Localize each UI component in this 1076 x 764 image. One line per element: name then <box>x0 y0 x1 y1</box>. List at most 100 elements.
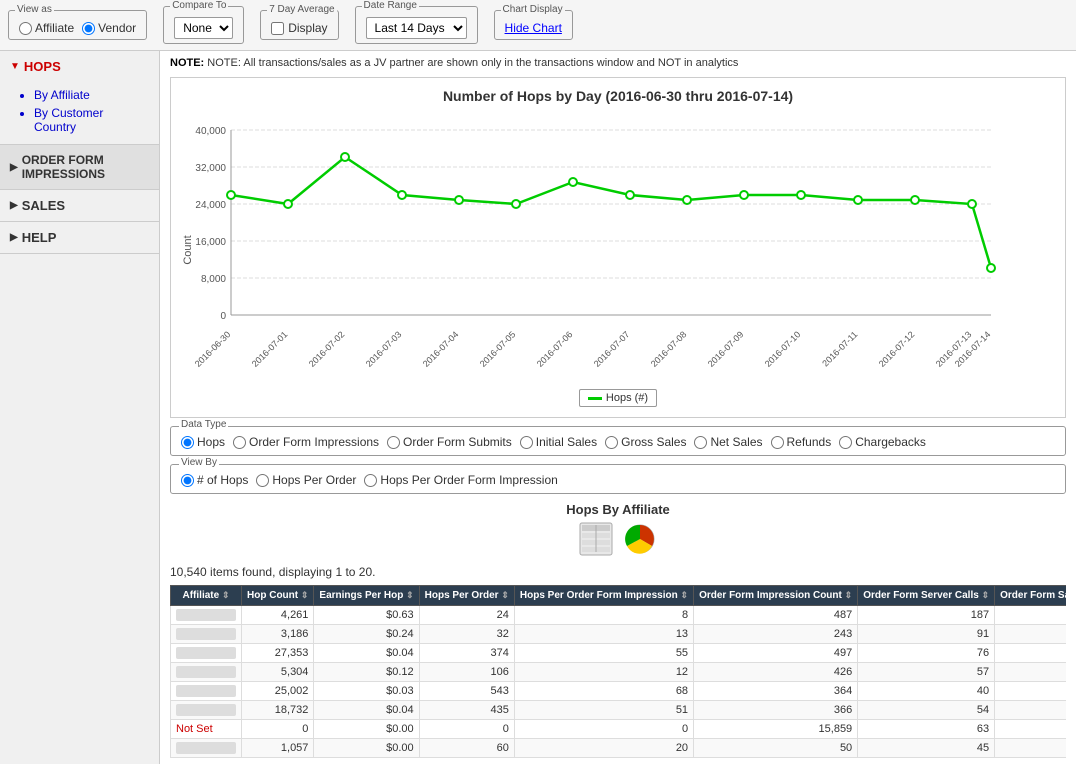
cell-affiliate <box>171 701 242 720</box>
sidebar-hops-header[interactable]: ▼ HOPS <box>0 51 159 82</box>
data-type-gross[interactable]: Gross Sales <box>605 435 686 449</box>
date-range-group: Date Range Last 14 Days <box>355 6 478 44</box>
display-checkbox-label[interactable]: Display <box>271 21 327 35</box>
affiliate-radio[interactable] <box>19 22 32 35</box>
display-checkbox[interactable] <box>271 22 284 35</box>
svg-text:2016-07-05: 2016-07-05 <box>478 329 518 369</box>
chart-display-group: Chart Display Hide Chart <box>494 10 573 40</box>
data-type-net[interactable]: Net Sales <box>694 435 762 449</box>
vendor-radio[interactable] <box>82 22 95 35</box>
vendor-label: Vendor <box>98 21 136 35</box>
data-type-hops[interactable]: Hops <box>181 435 225 449</box>
affiliate-section-title: Hops By Affiliate <box>170 502 1066 517</box>
col-server-calls[interactable]: Order Form Server Calls ⇕ <box>858 586 995 606</box>
table-row: 1,057 $0.00 60 20 50 45 25.71% <box>171 739 1067 758</box>
cell-ofi: 487 <box>694 606 858 625</box>
view-by-group: View By # of Hops Hops Per Order Hops Pe… <box>170 464 1066 494</box>
sidebar-section-sales: ▶ SALES <box>0 190 159 222</box>
note-text: NOTE: NOTE: All transactions/sales as a … <box>170 57 1066 69</box>
legend-color-hops <box>588 397 602 400</box>
svg-text:2016-07-02: 2016-07-02 <box>307 329 347 369</box>
cell-affiliate-not-set: Not Set <box>171 720 242 739</box>
svg-text:2016-07-11: 2016-07-11 <box>820 329 859 368</box>
sidebar-help-header[interactable]: ▶ HELP <box>0 222 159 254</box>
cell-affiliate <box>171 682 242 701</box>
svg-text:2016-07-10: 2016-07-10 <box>763 329 803 369</box>
hops-label: HOPS <box>24 59 61 74</box>
date-range-select[interactable]: Last 14 Days <box>366 17 467 39</box>
cell-affiliate <box>171 625 242 644</box>
chart-title: Number of Hops by Day (2016-06-30 thru 2… <box>181 88 1055 104</box>
main-layout: ▼ HOPS By Affiliate By Customer Country … <box>0 51 1076 764</box>
col-sale-conv[interactable]: Order Form Sale Conversion ⇕ <box>995 586 1066 606</box>
cell-earnings: $0.63 <box>314 606 419 625</box>
table-row: Not Set 0 $0.00 0 0 15,859 63 0.23% 4,35… <box>171 720 1067 739</box>
data-type-refunds[interactable]: Refunds <box>771 435 832 449</box>
view-as-group: View as Affiliate Vendor <box>8 10 147 40</box>
sidebar-hops-content: By Affiliate By Customer Country <box>0 82 159 144</box>
cell-affiliate <box>171 739 242 758</box>
vendor-radio-label[interactable]: Vendor <box>82 21 136 35</box>
cell-hop-count: 4,261 <box>242 606 314 625</box>
table-row: 25,002 $0.03 543 68 364 40 12.64% 46 $73… <box>171 682 1067 701</box>
table-row: 5,304 $0.12 106 12 426 57 11.74% 50 $649… <box>171 663 1067 682</box>
data-type-ofi[interactable]: Order Form Impressions <box>233 435 379 449</box>
view-by-hops[interactable]: # of Hops <box>181 473 248 487</box>
sidebar-item-by-customer-country[interactable]: By Customer Country <box>34 104 143 136</box>
col-hops-per-order[interactable]: Hops Per Order ⇕ <box>419 586 514 606</box>
cell-server: 187 <box>858 606 995 625</box>
sidebar-sales-header[interactable]: ▶ SALES <box>0 190 159 222</box>
cell-hpo: 24 <box>419 606 514 625</box>
chart-box: Number of Hops by Day (2016-06-30 thru 2… <box>170 77 1066 418</box>
data-type-label: Data Type <box>179 419 228 430</box>
data-type-group: Data Type Hops Order Form Impressions Or… <box>170 426 1066 456</box>
svg-text:2016-07-12: 2016-07-12 <box>877 329 917 369</box>
legend-label-hops: Hops (#) <box>606 392 648 404</box>
seven-day-label: 7 Day Average <box>267 4 336 15</box>
svg-text:16,000: 16,000 <box>195 237 226 248</box>
items-found: 10,540 items found, displaying 1 to 20. <box>170 565 1066 579</box>
col-hops-per-ofi[interactable]: Hops Per Order Form Impression ⇕ <box>514 586 693 606</box>
svg-text:2016-07-08: 2016-07-08 <box>649 329 689 369</box>
table-header-row: Affiliate ⇕ Hop Count ⇕ Earnings Per Hop… <box>171 586 1067 606</box>
compare-to-select[interactable]: None <box>174 17 233 39</box>
sidebar-item-by-affiliate[interactable]: By Affiliate <box>34 86 143 104</box>
sidebar-order-form-header[interactable]: ▶ ORDER FORM IMPRESSIONS <box>0 144 159 190</box>
svg-text:2016-06-30: 2016-06-30 <box>193 329 233 369</box>
data-type-initial[interactable]: Initial Sales <box>520 435 597 449</box>
pie-chart-icon[interactable] <box>622 521 658 557</box>
view-as-label: View as <box>15 4 54 15</box>
data-type-ofs[interactable]: Order Form Submits <box>387 435 512 449</box>
help-label: HELP <box>22 230 57 245</box>
cell-affiliate <box>171 663 242 682</box>
svg-text:40,000: 40,000 <box>195 126 226 137</box>
sales-arrow-icon: ▶ <box>10 200 18 211</box>
affiliate-label: Affiliate <box>35 21 74 35</box>
col-affiliate[interactable]: Affiliate ⇕ <box>171 586 242 606</box>
hide-chart-button[interactable]: Hide Chart <box>505 21 562 35</box>
col-ofi-count[interactable]: Order Form Impression Count ⇕ <box>694 586 858 606</box>
help-arrow-icon: ▶ <box>10 232 18 243</box>
chart-display-label: Chart Display <box>501 4 565 15</box>
chart-svg-wrap: Count 40,000 32,000 24,000 16,000 8,000 … <box>181 110 1055 383</box>
table-icon[interactable] <box>578 521 614 557</box>
data-table-wrap: Affiliate ⇕ Hop Count ⇕ Earnings Per Hop… <box>170 585 1066 758</box>
svg-text:32,000: 32,000 <box>195 163 226 174</box>
svg-text:24,000: 24,000 <box>195 200 226 211</box>
display-label: Display <box>288 21 327 35</box>
compare-to-label: Compare To <box>170 0 228 11</box>
cell-affiliate <box>171 606 242 625</box>
view-by-per-order[interactable]: Hops Per Order <box>256 473 356 487</box>
svg-text:2016-07-01: 2016-07-01 <box>250 329 290 369</box>
col-hop-count[interactable]: Hop Count ⇕ <box>242 586 314 606</box>
data-type-chargebacks[interactable]: Chargebacks <box>839 435 926 449</box>
chart-legend: Hops (#) <box>181 389 1055 407</box>
view-by-per-impression[interactable]: Hops Per Order Form Impression <box>364 473 557 487</box>
view-by-options: # of Hops Hops Per Order Hops Per Order … <box>181 473 1055 487</box>
affiliate-radio-label[interactable]: Affiliate <box>19 21 74 35</box>
main-content: NOTE: NOTE: All transactions/sales as a … <box>160 51 1076 764</box>
col-earnings-per-hop[interactable]: Earnings Per Hop ⇕ <box>314 586 419 606</box>
affiliate-icons <box>170 521 1066 557</box>
svg-text:2016-07-06: 2016-07-06 <box>535 329 575 369</box>
hops-chart: Count 40,000 32,000 24,000 16,000 8,000 … <box>181 110 1011 380</box>
